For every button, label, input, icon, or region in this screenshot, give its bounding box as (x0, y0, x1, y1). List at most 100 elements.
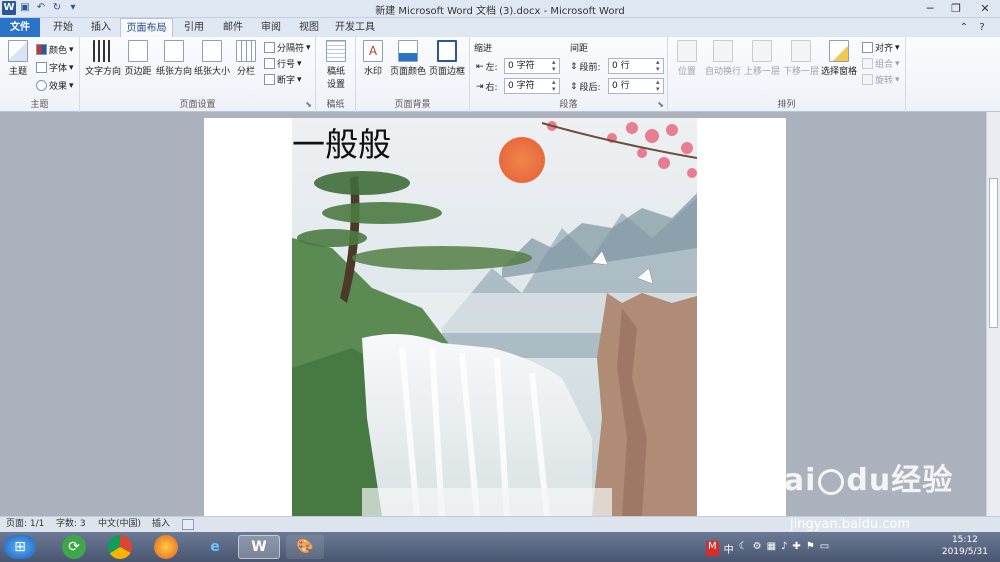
group-page-setup: 文字方向 页边距 纸张方向 纸张大小 分栏 分隔符 ▾ 行号 ▾ 断字 ▾ 页面设置 … (80, 37, 316, 112)
text-direction-button[interactable]: 文字方向 (84, 40, 122, 77)
text-direction-icon (93, 40, 113, 62)
word-taskbar-icon[interactable]: W (238, 535, 280, 559)
firefox-icon[interactable] (154, 535, 178, 559)
align-button[interactable]: 对齐 ▾ (862, 41, 900, 54)
colors-icon (36, 44, 47, 55)
windows-taskbar: ⊞ ⟳ e W 🎨 M 中 ☾ ⚙ ▦ ♪ ✚ ⚑ ▭ 15:12 2019/5… (0, 532, 1000, 562)
settings-icon[interactable]: ⚙ (753, 541, 762, 556)
document-page[interactable]: 一般般 (204, 118, 786, 516)
effects-button[interactable]: 效果 ▾ (36, 79, 74, 92)
tab-references[interactable]: 引用 (175, 18, 213, 37)
security-icon[interactable]: ✚ (792, 541, 800, 556)
group-objects-button[interactable]: 组合 ▾ (862, 57, 900, 70)
indent-left-icon: ⇤ (476, 61, 484, 72)
chrome-icon[interactable] (108, 535, 132, 559)
watermark-button[interactable]: A 水印 (360, 40, 386, 77)
volume-icon[interactable]: ♪ (781, 541, 787, 556)
baidu-paw-icon (818, 468, 845, 495)
hyphenation-button[interactable]: 断字 ▾ (264, 73, 302, 86)
spacing-after-input[interactable]: 0 行 (608, 78, 664, 94)
bring-forward-button[interactable]: 上移一层 (743, 40, 781, 77)
page-setup-launcher-icon[interactable]: ⬊ (305, 100, 312, 109)
position-button[interactable]: 位置 (672, 40, 702, 77)
tab-review[interactable]: 审阅 (252, 18, 290, 37)
themes-icon (8, 40, 28, 62)
selection-pane-button[interactable]: 选择窗格 (820, 40, 858, 77)
page-color-label: 页面颜色 (389, 67, 426, 77)
tab-home[interactable]: 开始 (44, 18, 82, 37)
margins-button[interactable]: 页边距 (122, 40, 154, 77)
group-label-paper: 稿纸 (326, 100, 345, 110)
refresh-app-icon[interactable]: ⟳ (62, 535, 86, 559)
flag-icon[interactable]: ⚑ (806, 541, 815, 556)
page-borders-button[interactable]: 页面边框 (428, 40, 466, 77)
effects-label: 效果 (49, 82, 68, 92)
hyphenation-icon (264, 74, 275, 85)
system-tray: M 中 ☾ ⚙ ▦ ♪ ✚ ⚑ ▭ (706, 541, 829, 556)
paragraph-launcher-icon[interactable]: ⬊ (657, 100, 664, 109)
moon-icon[interactable]: ☾ (739, 541, 748, 556)
rotate-button[interactable]: 旋转 ▾ (862, 73, 900, 86)
page-color-button[interactable]: 页面颜色 (389, 40, 427, 77)
themes-button[interactable]: 主题 (4, 40, 32, 77)
paper-setup-button[interactable]: 稿纸 设置 (320, 40, 352, 90)
landscape-picture[interactable] (292, 118, 697, 516)
size-label: 纸张大小 (193, 67, 230, 77)
tab-mailings[interactable]: 邮件 (214, 18, 252, 37)
indent-left-input[interactable]: 0 字符 (504, 58, 560, 74)
size-button[interactable]: 纸张大小 (193, 40, 231, 77)
columns-button[interactable]: 分栏 (233, 40, 259, 77)
scrollbar-thumb[interactable] (989, 178, 998, 328)
spacing-after-icon: ⇕ (570, 81, 578, 92)
document-heading[interactable]: 一般般 (292, 118, 391, 166)
colors-button[interactable]: 颜色 ▾ (36, 43, 74, 56)
macro-record-icon[interactable] (182, 519, 194, 530)
bring-forward-icon (752, 40, 772, 62)
vertical-scrollbar[interactable] (986, 112, 1000, 516)
status-word-count[interactable]: 字数: 3 (56, 517, 86, 532)
close-button[interactable]: ✕ (970, 0, 1000, 17)
input-method-icon[interactable]: M (706, 541, 719, 556)
text-direction-label: 文字方向 (84, 67, 121, 77)
position-icon (677, 40, 697, 62)
wrap-text-button[interactable]: 自动换行 (704, 40, 742, 77)
tab-file[interactable]: 文件 (0, 18, 40, 37)
line-numbers-button[interactable]: 行号 ▾ (264, 57, 302, 70)
help-icon[interactable]: ? (974, 18, 990, 37)
watermark-brand-2: du (846, 463, 892, 498)
group-label-page-background: 页面背景 (394, 100, 431, 110)
columns-icon (236, 40, 256, 62)
minimize-button[interactable]: ─ (918, 0, 942, 17)
send-backward-icon (791, 40, 811, 62)
tab-insert[interactable]: 插入 (82, 18, 120, 37)
tab-developer[interactable]: 开发工具 (328, 18, 382, 37)
fonts-button[interactable]: 字体 ▾ (36, 61, 74, 74)
spacing-before-text: 段前: (579, 63, 601, 73)
align-label: 对齐 (875, 44, 894, 54)
collapse-ribbon-icon[interactable]: ⌃ (956, 18, 972, 37)
orientation-label: 纸张方向 (155, 67, 192, 77)
indent-left-label: ⇤ 左: (476, 60, 498, 74)
indent-right-text: 右: (485, 83, 498, 93)
send-backward-button[interactable]: 下移一层 (782, 40, 820, 77)
fonts-icon (36, 62, 47, 73)
language-indicator[interactable]: 中 (724, 541, 734, 556)
status-page[interactable]: 页面: 1/1 (6, 517, 44, 532)
watermark-label: 水印 (363, 67, 382, 77)
indent-right-label: ⇥ 右: (476, 80, 498, 94)
start-button-icon[interactable]: ⊞ (4, 535, 36, 559)
power-icon[interactable]: ▭ (820, 541, 829, 556)
indent-right-input[interactable]: 0 字符 (504, 78, 560, 94)
paint-icon[interactable]: 🎨 (286, 535, 324, 559)
maximize-button[interactable]: ❐ (944, 0, 968, 17)
tab-page-layout[interactable]: 页面布局 (120, 18, 173, 38)
network-icon[interactable]: ▦ (767, 541, 776, 556)
status-language[interactable]: 中文(中国) (98, 517, 141, 532)
system-clock[interactable]: 15:12 2019/5/31 (942, 534, 988, 558)
internet-explorer-icon[interactable]: e (200, 535, 230, 559)
orientation-button[interactable]: 纸张方向 (155, 40, 193, 77)
breaks-button[interactable]: 分隔符 ▾ (264, 41, 311, 54)
spacing-before-input[interactable]: 0 行 (608, 58, 664, 74)
status-insert-mode[interactable]: 插入 (152, 517, 170, 532)
tab-view[interactable]: 视图 (290, 18, 328, 37)
